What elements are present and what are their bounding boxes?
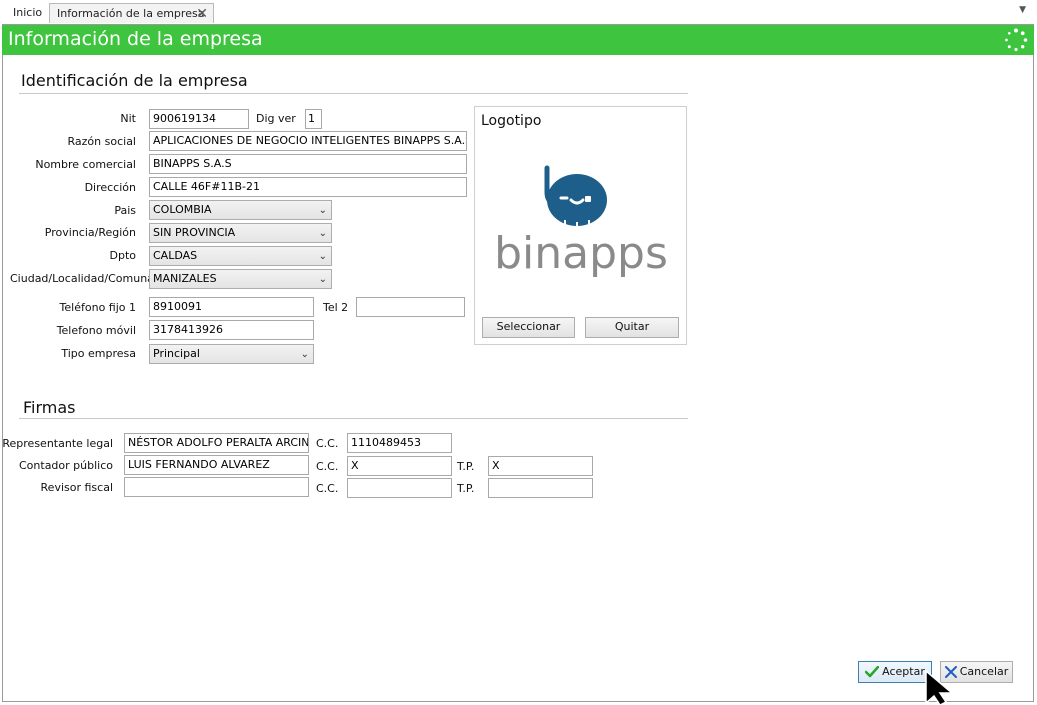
dpto-select[interactable]: CALDAS ⌄ [149,246,332,266]
provincia-select[interactable]: SIN PROVINCIA ⌄ [149,223,332,243]
dpto-value: CALDAS [153,249,198,262]
section-divider [19,93,688,94]
contador-label: Contador público [19,459,113,472]
tab-inicio[interactable]: Inicio [6,3,49,23]
chevron-down-icon: ⌄ [318,228,327,239]
nit-input[interactable]: 900619134 [149,109,249,129]
contador-tp-input[interactable]: X [488,456,593,476]
contador-input[interactable]: LUIS FERNANDO ALVAREZ [124,455,309,475]
tab-menu-chevron-icon[interactable]: ▼ [1019,5,1026,15]
cc-label: C.C. [316,460,339,473]
mouse-cursor-icon [925,670,955,705]
cancel-label: Cancelar [959,665,1009,678]
cc-label: C.C. [316,482,339,495]
logo-brand-text: binapps [494,228,668,279]
nit-label: Nit [120,112,136,125]
revisor-tp-input[interactable] [488,478,593,498]
ciudad-value: MANIZALES [153,272,217,285]
representante-label: Representante legal [2,437,113,450]
pais-select[interactable]: COLOMBIA ⌄ [149,200,332,220]
select-logo-button[interactable]: Seleccionar [482,317,575,338]
nombre-comercial-input[interactable]: BINAPPS S.A.S [149,154,467,174]
contador-cc-input[interactable]: X [347,456,452,476]
accept-label: Aceptar [882,665,925,678]
remove-logo-button[interactable]: Quitar [585,317,679,338]
direccion-label: Dirección [84,181,136,194]
digver-input[interactable]: 1 [305,109,322,129]
tab-strip: Inicio Información de la empresa ✕ ▼ [0,0,1037,24]
accept-button[interactable]: Aceptar [858,661,932,683]
spinner-icon [1005,28,1028,52]
ciudad-label: Ciudad/Localidad/Comuna [10,272,154,285]
pais-value: COLOMBIA [153,203,212,216]
provincia-value: SIN PROVINCIA [153,226,236,239]
telefono-movil-input[interactable]: 3178413926 [149,320,314,340]
telefono-movil-label: Telefono móvil [56,324,136,337]
telefono-fijo-label: Teléfono fijo 1 [59,301,136,314]
section-title-identificacion: Identificación de la empresa [21,71,248,90]
direccion-input[interactable]: CALLE 46F#11B-21 [149,177,467,197]
digver-label: Dig ver [256,112,296,125]
razon-social-input[interactable]: APLICACIONES DE NEGOCIO INTELIGENTES BIN… [149,131,467,151]
revisor-cc-input[interactable] [347,478,452,498]
logo-title: Logotipo [481,113,542,129]
section-divider [19,418,688,419]
close-icon[interactable]: ✕ [196,4,208,24]
revisor-input[interactable] [124,477,309,497]
cc-label: C.C. [316,437,339,450]
razon-social-label: Razón social [67,135,136,148]
tp-label: T.P. [457,460,475,473]
section-title-firmas: Firmas [23,398,76,417]
chevron-down-icon: ⌄ [300,349,309,360]
tel2-input[interactable] [356,297,465,317]
ciudad-select[interactable]: MANIZALES ⌄ [149,269,332,289]
provincia-label: Provincia/Región [44,226,136,239]
chevron-down-icon: ⌄ [318,205,327,216]
page-title: Información de la empresa [8,28,263,50]
chevron-down-icon: ⌄ [318,251,327,262]
tab-informacion-empresa[interactable]: Información de la empresa ✕ [49,3,214,23]
tel2-label: Tel 2 [323,301,349,314]
tipo-empresa-label: Tipo empresa [61,347,136,360]
title-bar: Información de la empresa [2,25,1034,55]
nombre-comercial-label: Nombre comercial [35,158,136,171]
checkmark-icon [865,666,880,678]
revisor-label: Revisor fiscal [40,481,113,494]
chevron-down-icon: ⌄ [318,274,327,285]
pais-label: Pais [114,204,136,217]
tipo-empresa-select[interactable]: Principal ⌄ [149,344,314,364]
logo-panel: Logotipo binapps Seleccionar Quitar [474,106,687,345]
telefono-fijo-input[interactable]: 8910091 [149,297,314,317]
tab-label: Información de la empresa [57,7,205,20]
representante-cc-input[interactable]: 1110489453 [347,433,452,453]
tipo-empresa-value: Principal [153,347,200,360]
representante-input[interactable]: NÉSTOR ADOLFO PERALTA ARCINIEGAS [124,433,309,453]
dpto-label: Dpto [109,249,137,262]
binapps-logo-image: binapps [494,165,668,279]
tp-label: T.P. [457,482,475,495]
